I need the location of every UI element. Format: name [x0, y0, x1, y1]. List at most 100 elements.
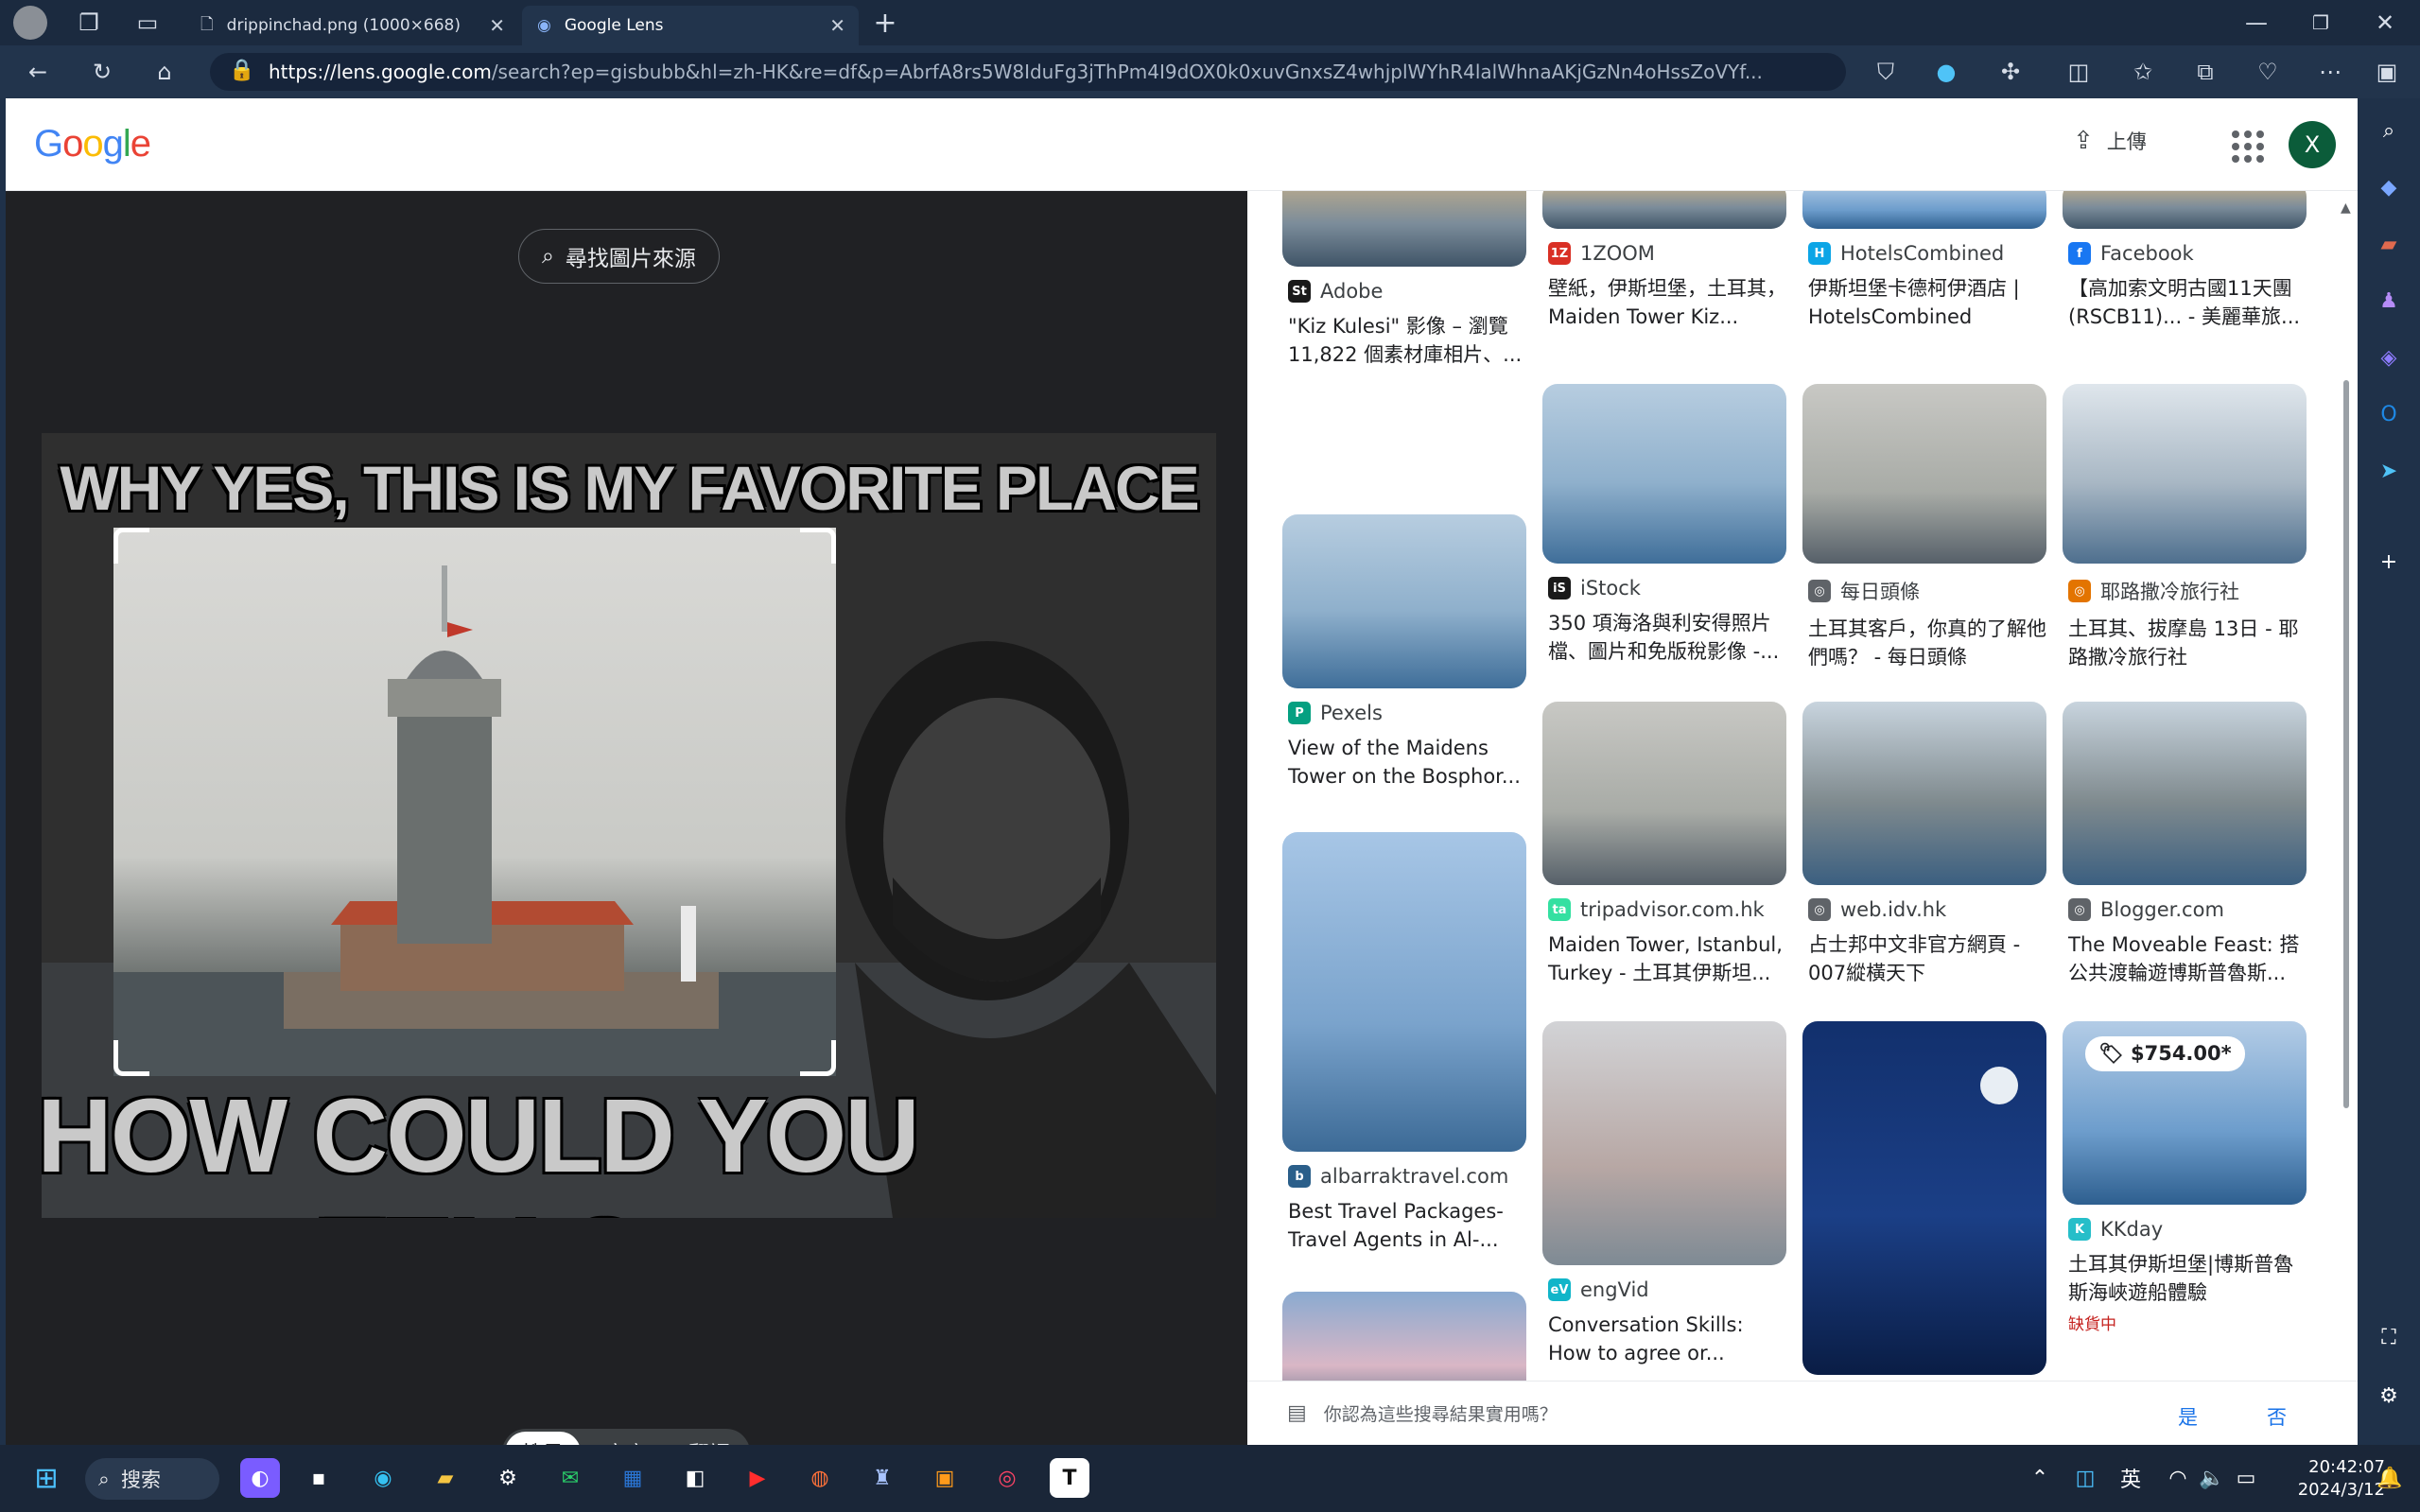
source-favicon-icon: eV — [1548, 1278, 1571, 1301]
copilot-preview-icon[interactable]: ◐ — [240, 1458, 280, 1498]
settings-gear-icon[interactable]: ⚙ — [2370, 1377, 2408, 1415]
notification-bell-icon[interactable]: 🔔 — [2370, 1458, 2410, 1498]
copilot-icon[interactable]: ◈ — [2370, 339, 2408, 376]
task-view-icon[interactable]: ▪ — [299, 1458, 339, 1498]
input-method[interactable]: 英 — [2111, 1458, 2150, 1498]
netease-music-icon[interactable]: ◎ — [987, 1458, 1027, 1498]
crop-handle-bottom-right[interactable] — [800, 1040, 836, 1076]
result-card[interactable]: H HotelsCombined 伊斯坦堡卡德柯伊酒店 | HotelsCombi… — [1802, 191, 2046, 331]
result-card[interactable]: 🏷 $754.00* K KKday 土耳其伊斯坦堡|博斯普魯斯海峽遊船體驗 缺貨… — [2063, 1021, 2307, 1334]
result-title: Maiden Tower, Istanbul, Turkey - 土耳其伊斯坦.… — [1548, 933, 1783, 984]
restore-icon[interactable]: ❐ — [2304, 6, 2338, 40]
virtualbox-icon[interactable]: ▣ — [925, 1458, 965, 1498]
result-card[interactable]: iS iStock 350 項海洛與利安得照片檔、圖片和免版稅影像 -... — [1542, 384, 1786, 666]
result-card[interactable]: b albarraktravel.com Best Travel Packages… — [1282, 832, 1526, 1254]
steam-icon[interactable]: ⚙ — [488, 1458, 528, 1498]
battery-icon[interactable]: ▭ — [2226, 1458, 2266, 1498]
result-title: 土耳其、拔摩島 13日 - 耶路撒冷旅行社 — [2068, 617, 2299, 669]
result-thumbnail — [1542, 702, 1786, 885]
upload-button[interactable]: ⇪ 上傳 — [2073, 127, 2147, 155]
taskbar-search[interactable]: ⌕ 搜索 — [85, 1458, 219, 1500]
show-hidden-icons[interactable]: ⌃ — [2020, 1458, 2060, 1498]
workspaces-icon[interactable]: ❐ — [72, 6, 106, 40]
result-source: HotelsCombined — [1840, 242, 2005, 265]
google-apps-icon[interactable] — [2228, 127, 2264, 163]
edge-browser-icon[interactable]: ◉ — [363, 1458, 403, 1498]
result-card[interactable]: eV engVid Conversation Skills: How to agr… — [1542, 1021, 1786, 1367]
vertical-tabs-icon[interactable]: ▭ — [131, 6, 165, 40]
close-window-icon[interactable]: ✕ — [2368, 6, 2402, 40]
browser-essentials-icon[interactable]: ♡ — [2251, 55, 2285, 89]
result-card[interactable]: ◎ web.idv.hk 占士邦中文非官方網頁 - 007縱橫天下 — [1802, 702, 2046, 987]
crop-handle-bottom-left[interactable] — [113, 1040, 149, 1076]
firefox-icon[interactable]: ◍ — [800, 1458, 840, 1498]
result-card[interactable]: ta tripadvisor.com.hk Maiden Tower, Istan… — [1542, 702, 1786, 987]
favorites-icon[interactable]: ✩ — [2126, 55, 2160, 89]
tab-google-lens[interactable]: ◉ Google Lens ✕ — [522, 6, 859, 45]
crop-handle-top-right[interactable] — [800, 528, 836, 564]
more-menu-icon[interactable]: ⋯ — [2313, 55, 2347, 89]
scroll-up-icon[interactable]: ▲ — [2341, 200, 2351, 216]
result-card[interactable]: St Adobe "Kiz Kulesi" 影像 – 瀏覽 11,822 個素材庫… — [1282, 191, 1526, 369]
scrollbar-thumb[interactable] — [2343, 380, 2349, 1108]
google-logo[interactable]: Google — [34, 123, 151, 165]
result-card[interactable]: 1Z 1ZOOM 壁紙，伊斯坦堡，土耳其，Maiden Tower Kiz... — [1542, 191, 1786, 331]
tag-icon[interactable]: ◆ — [2370, 168, 2408, 206]
page-header: Google ⇪ 上傳 X — [6, 98, 2358, 191]
address-bar[interactable]: 🔒 https://lens.google.com /search?ep=gis… — [210, 53, 1846, 91]
crop-handle-top-left[interactable] — [113, 528, 149, 564]
account-avatar[interactable]: X — [2289, 121, 2336, 168]
result-title: 【高加索文明古國11天團 (RSCB11)... - 美麗華旅... — [2068, 277, 2301, 328]
minimize-icon[interactable]: — — [2239, 6, 2273, 40]
windows-start-icon[interactable]: ⊞ — [26, 1458, 66, 1498]
result-thumbnail — [2063, 384, 2307, 564]
extensions-puzzle-icon[interactable]: ✣ — [1993, 55, 2028, 89]
add-icon[interactable]: + — [2370, 543, 2408, 581]
sidebar-toggle-icon[interactable]: ▣ — [2370, 55, 2404, 89]
youtube-icon[interactable]: ▶ — [738, 1458, 777, 1498]
result-card[interactable] — [1802, 1021, 2046, 1375]
close-tab-icon[interactable]: ✕ — [829, 14, 845, 37]
extension-icon[interactable]: ● — [1929, 55, 1963, 89]
result-card[interactable]: P Pexels View of the Maidens Tower on the… — [1282, 514, 1526, 791]
result-card[interactable]: ◎ 每日頭條 土耳其客戶，你真的了解他們嗎？ - 每日頭條 — [1802, 384, 2046, 671]
collections-icon[interactable]: ⧉ — [2188, 55, 2222, 89]
find-image-source-button[interactable]: ⌕ 尋找圖片來源 — [518, 229, 720, 284]
game-app-icon[interactable]: ♜ — [862, 1458, 902, 1498]
tools-icon[interactable]: ▰ — [2370, 225, 2408, 263]
search-icon[interactable]: ⌕ — [2370, 112, 2408, 149]
mode-translate[interactable]: 翻譯 — [671, 1432, 747, 1445]
back-icon[interactable]: ← — [21, 55, 55, 89]
maiden-tower-photo — [113, 565, 836, 1076]
tab-drippinchad[interactable]: 🗋 drippinchad.png (1000×668) ✕ — [185, 6, 518, 45]
games-icon[interactable]: ♟ — [2370, 282, 2408, 320]
wechat-icon[interactable]: ✉ — [550, 1458, 590, 1498]
home-icon[interactable]: ⌂ — [148, 55, 182, 89]
close-tab-icon[interactable]: ✕ — [489, 14, 505, 37]
crop-selection[interactable] — [113, 528, 836, 1076]
file-explorer-icon[interactable]: ▰ — [426, 1458, 465, 1498]
epic-games-icon[interactable]: ◧ — [675, 1458, 715, 1498]
feedback-no-button[interactable]: 否 — [2267, 1402, 2287, 1431]
source-favicon-icon: ◎ — [2068, 898, 2091, 921]
screenshot-icon[interactable]: ⛶ — [2370, 1318, 2408, 1356]
result-card[interactable]: ◎ Blogger.com The Moveable Feast: 搭公共渡輪遊博… — [2063, 702, 2307, 987]
refresh-icon[interactable]: ↻ — [85, 55, 119, 89]
shield-icon[interactable]: ⛉ — [1869, 55, 1903, 89]
typora-icon[interactable]: T — [1050, 1458, 1089, 1498]
outlook-icon[interactable]: O — [2370, 395, 2408, 433]
result-card[interactable]: f Facebook 【高加索文明古國11天團 (RSCB11)... - 美麗華… — [2063, 191, 2307, 331]
split-screen-icon[interactable]: ◫ — [2062, 55, 2096, 89]
microsoft-store-icon[interactable]: ▦ — [613, 1458, 653, 1498]
mode-search[interactable]: 搜尋 — [505, 1432, 582, 1445]
feedback-yes-button[interactable]: 是 — [2178, 1402, 2198, 1431]
source-favicon-icon: St — [1288, 280, 1311, 303]
new-tab-icon[interactable]: + — [868, 6, 902, 40]
lock-icon: 🔒 — [229, 59, 255, 82]
tray-app-icon[interactable]: ◫ — [2065, 1458, 2105, 1498]
mode-text[interactable]: 文字 — [588, 1432, 664, 1445]
results-scrollbar[interactable]: ▲ — [2341, 200, 2351, 1382]
profile-avatar[interactable] — [13, 6, 47, 40]
send-icon[interactable]: ➤ — [2370, 452, 2408, 490]
result-card[interactable]: ◎ 耶路撒冷旅行社 土耳其、拔摩島 13日 - 耶路撒冷旅行社 — [2063, 384, 2307, 671]
